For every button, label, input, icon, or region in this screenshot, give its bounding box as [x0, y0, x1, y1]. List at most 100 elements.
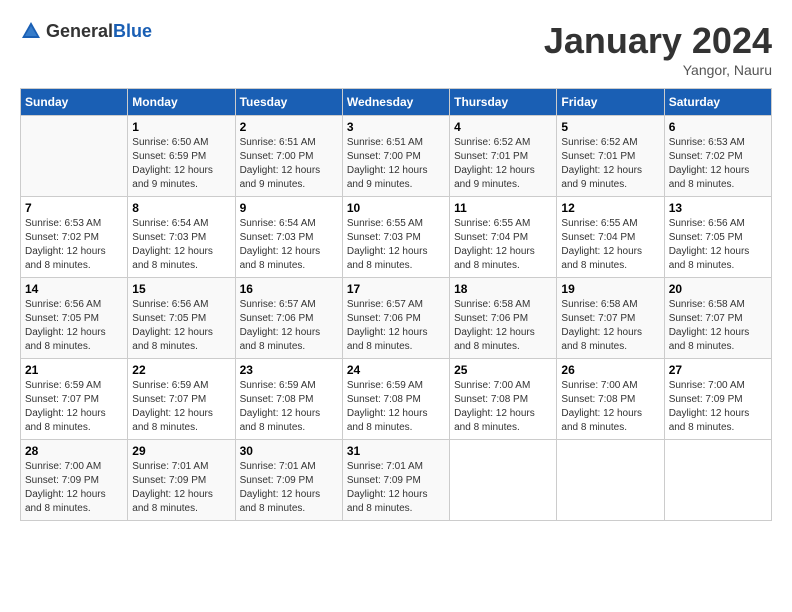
day-number: 25	[454, 363, 552, 377]
calendar-body: 1Sunrise: 6:50 AMSunset: 6:59 PMDaylight…	[21, 116, 772, 521]
day-info: Sunrise: 6:53 AMSunset: 7:02 PMDaylight:…	[25, 217, 123, 273]
calendar-week-1: 1Sunrise: 6:50 AMSunset: 6:59 PMDaylight…	[21, 116, 772, 197]
day-info: Sunrise: 6:51 AMSunset: 7:00 PMDaylight:…	[347, 136, 445, 192]
calendar-cell: 10Sunrise: 6:55 AMSunset: 7:03 PMDayligh…	[342, 197, 449, 278]
title-area: January 2024 Yangor, Nauru	[544, 20, 772, 78]
day-number: 15	[132, 282, 230, 296]
day-info: Sunrise: 7:01 AMSunset: 7:09 PMDaylight:…	[132, 460, 230, 516]
day-number: 12	[561, 201, 659, 215]
calendar-cell: 7 Sunrise: 6:53 AMSunset: 7:02 PMDaylight…	[21, 197, 128, 278]
calendar-cell: 8 Sunrise: 6:54 AMSunset: 7:03 PMDaylight…	[128, 197, 235, 278]
day-number: 29	[132, 444, 230, 458]
day-number: 19	[561, 282, 659, 296]
calendar-cell: 26 Sunrise: 7:00 AMSunset: 7:08 PMDayligh…	[557, 359, 664, 440]
day-number: 17	[347, 282, 445, 296]
day-info: Sunrise: 6:56 AMSunset: 7:05 PMDaylight:…	[132, 298, 230, 354]
day-info: Sunrise: 6:58 AMSunset: 7:06 PMDaylight:…	[454, 298, 552, 354]
day-number: 18	[454, 282, 552, 296]
calendar-cell: 6 Sunrise: 6:53 AMSunset: 7:02 PMDaylight…	[664, 116, 771, 197]
calendar-cell: 11 Sunrise: 6:55 AMSunset: 7:04 PMDayligh…	[450, 197, 557, 278]
calendar-cell: 14Sunrise: 6:56 AMSunset: 7:05 PMDayligh…	[21, 278, 128, 359]
day-number: 6	[669, 120, 767, 134]
calendar-cell	[21, 116, 128, 197]
day-number: 20	[669, 282, 767, 296]
day-info: Sunrise: 6:52 AMSunset: 7:01 PMDaylight:…	[561, 136, 659, 192]
day-info: Sunrise: 6:54 AMSunset: 7:03 PMDaylight:…	[132, 217, 230, 273]
calendar-cell: 2 Sunrise: 6:51 AMSunset: 7:00 PMDaylight…	[235, 116, 342, 197]
day-info: Sunrise: 6:55 AMSunset: 7:03 PMDaylight:…	[347, 217, 445, 273]
calendar-cell: 23 Sunrise: 6:59 AMSunset: 7:08 PMDayligh…	[235, 359, 342, 440]
day-number: 4	[454, 120, 552, 134]
day-number: 27	[669, 363, 767, 377]
calendar-cell: 9 Sunrise: 6:54 AMSunset: 7:03 PMDaylight…	[235, 197, 342, 278]
day-info: Sunrise: 6:56 AMSunset: 7:05 PMDaylight:…	[25, 298, 123, 354]
day-number: 3	[347, 120, 445, 134]
day-number: 7	[25, 201, 123, 215]
calendar-cell	[450, 440, 557, 521]
column-header-tuesday: Tuesday	[235, 89, 342, 116]
day-number: 2	[240, 120, 338, 134]
calendar-cell: 19 Sunrise: 6:58 AMSunset: 7:07 PMDayligh…	[557, 278, 664, 359]
day-info: Sunrise: 6:55 AMSunset: 7:04 PMDaylight:…	[454, 217, 552, 273]
calendar-cell: 4 Sunrise: 6:52 AMSunset: 7:01 PMDaylight…	[450, 116, 557, 197]
column-header-sunday: Sunday	[21, 89, 128, 116]
day-info: Sunrise: 6:59 AMSunset: 7:08 PMDaylight:…	[240, 379, 338, 435]
calendar-cell	[664, 440, 771, 521]
column-header-thursday: Thursday	[450, 89, 557, 116]
column-header-wednesday: Wednesday	[342, 89, 449, 116]
day-info: Sunrise: 6:58 AMSunset: 7:07 PMDaylight:…	[561, 298, 659, 354]
calendar-cell: 3 Sunrise: 6:51 AMSunset: 7:00 PMDaylight…	[342, 116, 449, 197]
calendar-week-5: 28 Sunrise: 7:00 AMSunset: 7:09 PMDayligh…	[21, 440, 772, 521]
day-number: 21	[25, 363, 123, 377]
day-info: Sunrise: 6:57 AMSunset: 7:06 PMDaylight:…	[347, 298, 445, 354]
calendar-cell: 17 Sunrise: 6:57 AMSunset: 7:06 PMDayligh…	[342, 278, 449, 359]
day-info: Sunrise: 6:56 AMSunset: 7:05 PMDaylight:…	[669, 217, 767, 273]
calendar-cell: 25 Sunrise: 7:00 AMSunset: 7:08 PMDayligh…	[450, 359, 557, 440]
day-number: 23	[240, 363, 338, 377]
day-number: 22	[132, 363, 230, 377]
page-header: GeneralBlue January 2024 Yangor, Nauru	[20, 20, 772, 78]
logo-general: General	[46, 21, 113, 41]
day-info: Sunrise: 6:57 AMSunset: 7:06 PMDaylight:…	[240, 298, 338, 354]
day-info: Sunrise: 6:59 AMSunset: 7:07 PMDaylight:…	[132, 379, 230, 435]
calendar-cell: 21 Sunrise: 6:59 AMSunset: 7:07 PMDayligh…	[21, 359, 128, 440]
calendar-week-3: 14Sunrise: 6:56 AMSunset: 7:05 PMDayligh…	[21, 278, 772, 359]
month-title: January 2024	[544, 20, 772, 62]
location-subtitle: Yangor, Nauru	[544, 62, 772, 78]
logo-blue: Blue	[113, 21, 152, 41]
column-header-monday: Monday	[128, 89, 235, 116]
day-number: 30	[240, 444, 338, 458]
day-info: Sunrise: 7:00 AMSunset: 7:08 PMDaylight:…	[561, 379, 659, 435]
day-info: Sunrise: 6:59 AMSunset: 7:07 PMDaylight:…	[25, 379, 123, 435]
day-info: Sunrise: 7:00 AMSunset: 7:09 PMDaylight:…	[669, 379, 767, 435]
day-number: 5	[561, 120, 659, 134]
day-number: 26	[561, 363, 659, 377]
day-number: 13	[669, 201, 767, 215]
calendar-cell: 27 Sunrise: 7:00 AMSunset: 7:09 PMDayligh…	[664, 359, 771, 440]
day-number: 1	[132, 120, 230, 134]
day-number: 11	[454, 201, 552, 215]
day-info: Sunrise: 7:01 AMSunset: 7:09 PMDaylight:…	[347, 460, 445, 516]
day-info: Sunrise: 7:00 AMSunset: 7:09 PMDaylight:…	[25, 460, 123, 516]
calendar-week-4: 21 Sunrise: 6:59 AMSunset: 7:07 PMDayligh…	[21, 359, 772, 440]
calendar-cell: 30 Sunrise: 7:01 AMSunset: 7:09 PMDayligh…	[235, 440, 342, 521]
calendar-header-row: SundayMondayTuesdayWednesdayThursdayFrid…	[21, 89, 772, 116]
day-number: 28	[25, 444, 123, 458]
calendar-cell: 1Sunrise: 6:50 AMSunset: 6:59 PMDaylight…	[128, 116, 235, 197]
day-info: Sunrise: 6:58 AMSunset: 7:07 PMDaylight:…	[669, 298, 767, 354]
day-info: Sunrise: 7:00 AMSunset: 7:08 PMDaylight:…	[454, 379, 552, 435]
day-info: Sunrise: 6:53 AMSunset: 7:02 PMDaylight:…	[669, 136, 767, 192]
day-info: Sunrise: 6:52 AMSunset: 7:01 PMDaylight:…	[454, 136, 552, 192]
day-number: 9	[240, 201, 338, 215]
calendar-cell: 13 Sunrise: 6:56 AMSunset: 7:05 PMDayligh…	[664, 197, 771, 278]
calendar-cell: 12Sunrise: 6:55 AMSunset: 7:04 PMDayligh…	[557, 197, 664, 278]
calendar-cell	[557, 440, 664, 521]
calendar-cell: 28 Sunrise: 7:00 AMSunset: 7:09 PMDayligh…	[21, 440, 128, 521]
day-info: Sunrise: 7:01 AMSunset: 7:09 PMDaylight:…	[240, 460, 338, 516]
logo-icon	[20, 20, 42, 42]
day-info: Sunrise: 6:54 AMSunset: 7:03 PMDaylight:…	[240, 217, 338, 273]
day-number: 8	[132, 201, 230, 215]
calendar-cell: 16Sunrise: 6:57 AMSunset: 7:06 PMDayligh…	[235, 278, 342, 359]
day-info: Sunrise: 6:51 AMSunset: 7:00 PMDaylight:…	[240, 136, 338, 192]
calendar-cell: 24Sunrise: 6:59 AMSunset: 7:08 PMDayligh…	[342, 359, 449, 440]
